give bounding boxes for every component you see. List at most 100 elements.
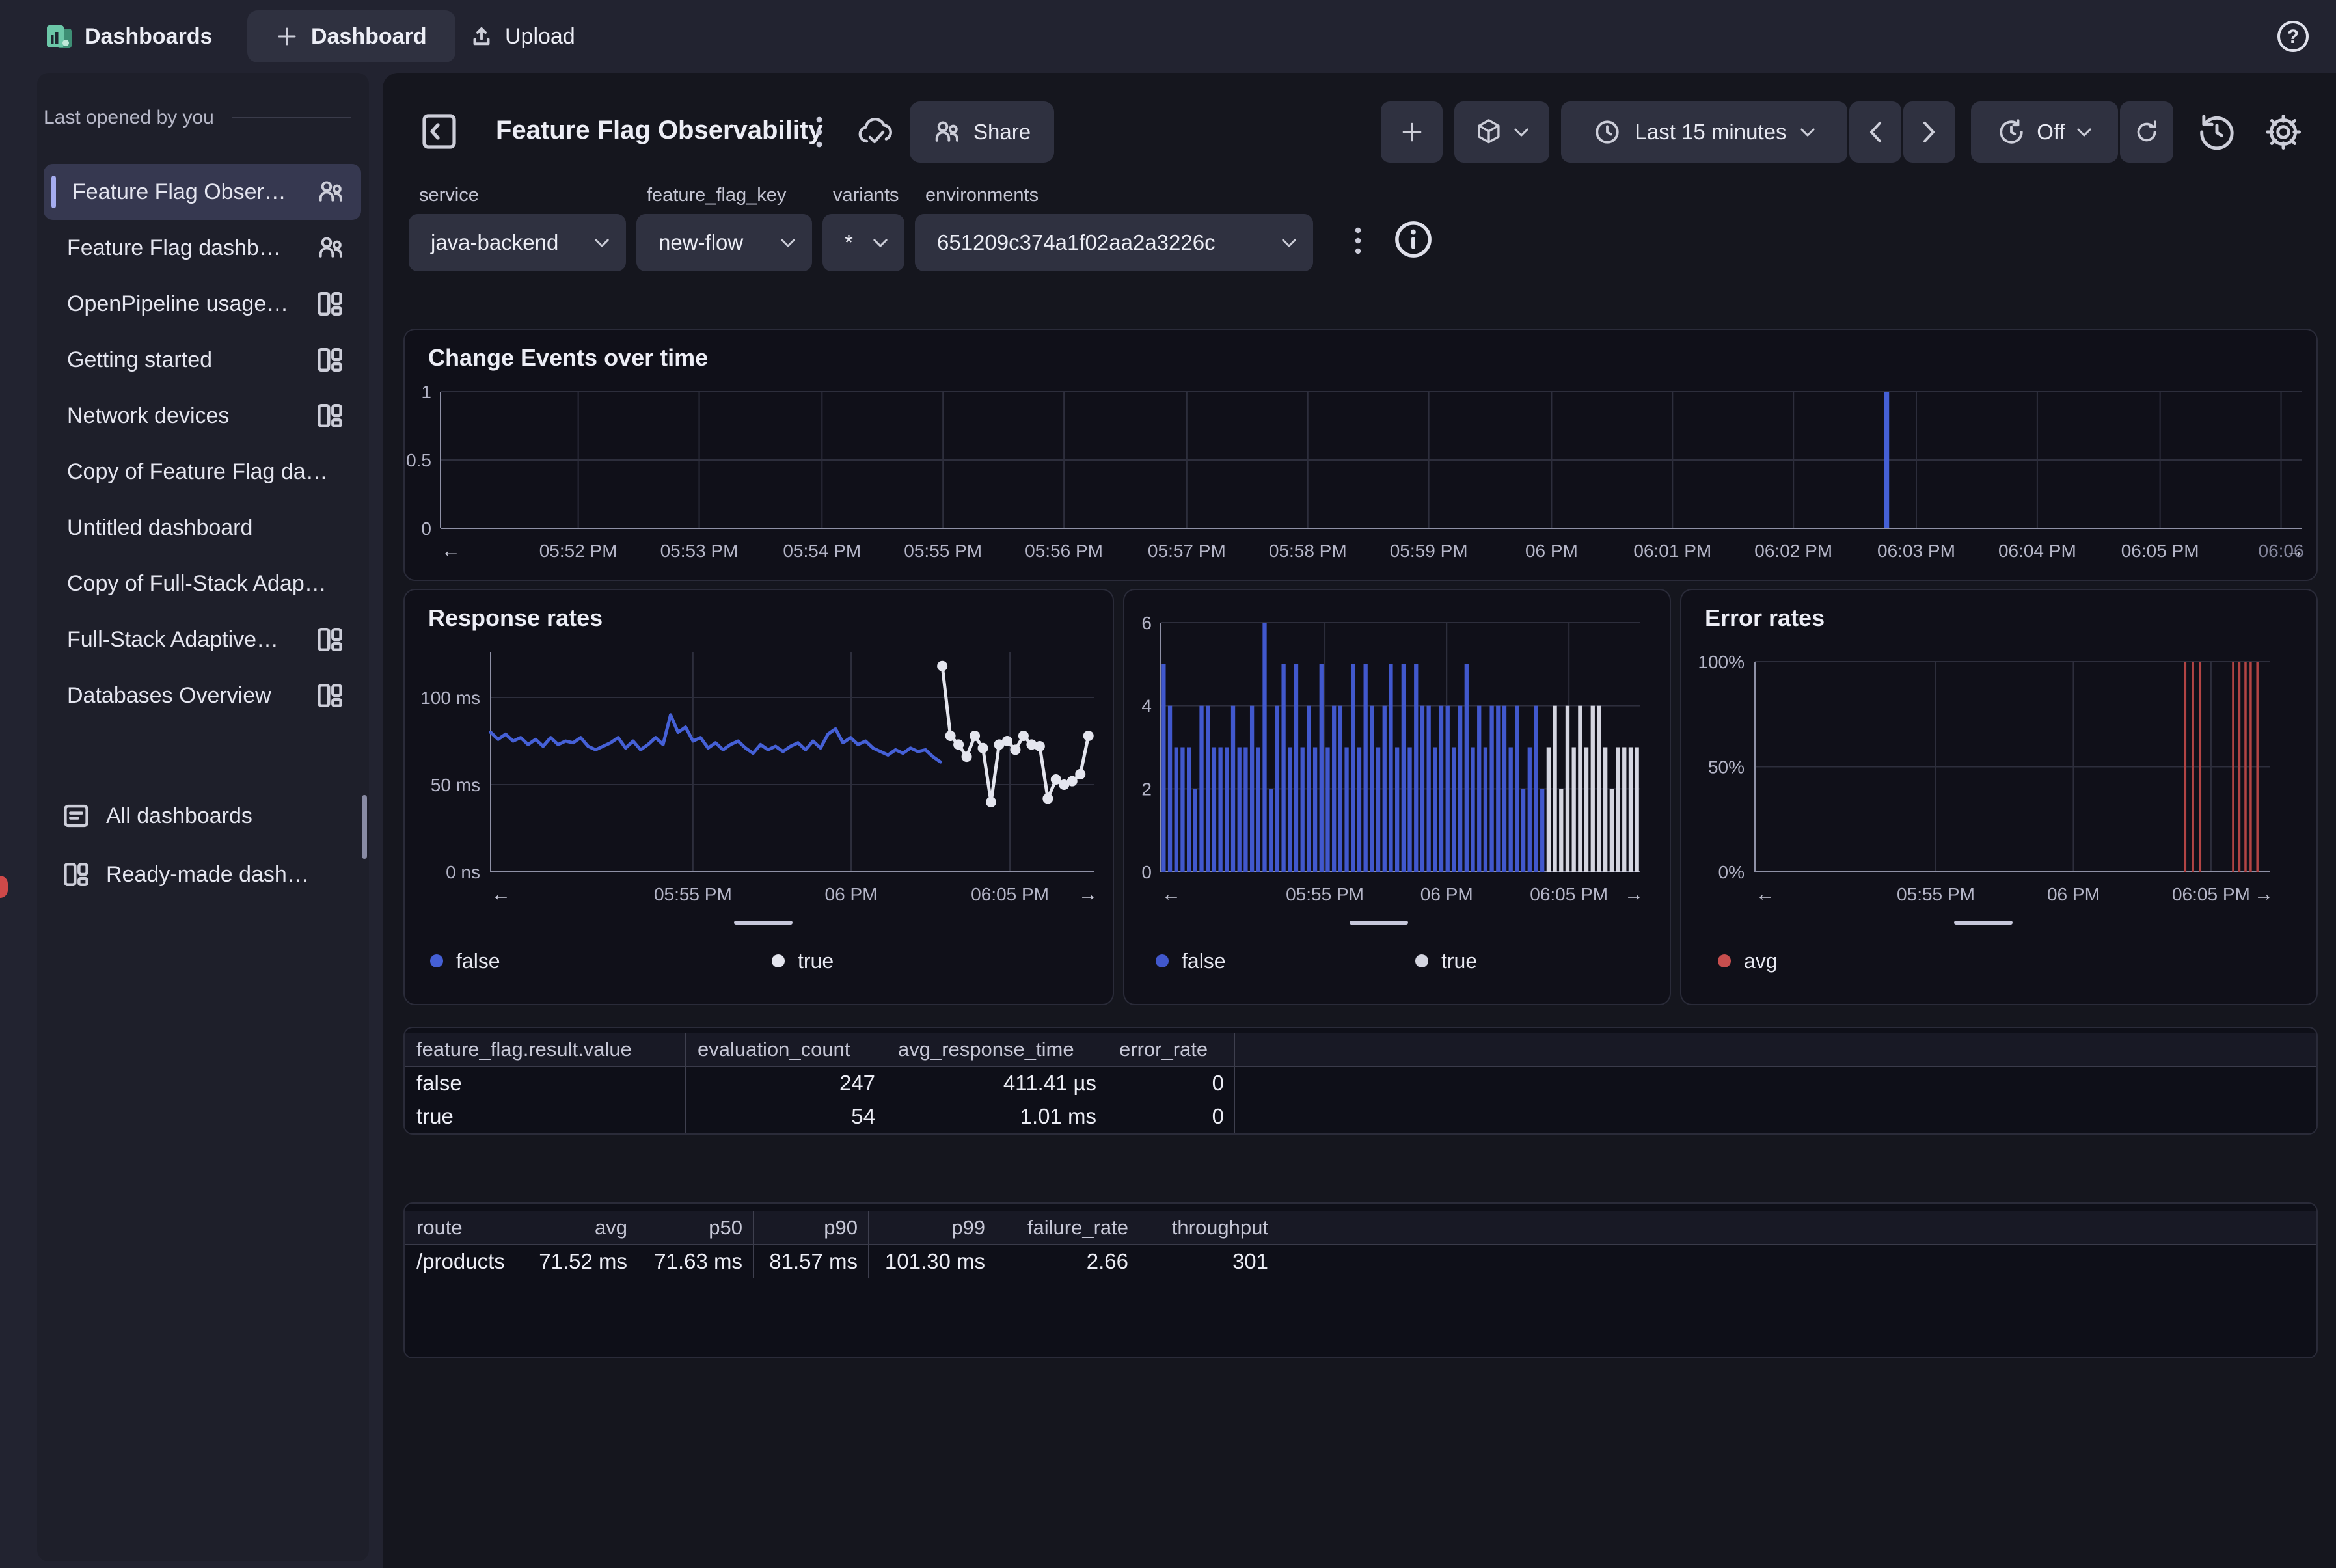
svg-text:0: 0: [421, 519, 431, 539]
svg-text:→: →: [2254, 884, 2274, 905]
table-header-cell[interactable]: route: [405, 1211, 523, 1244]
svg-text:?: ?: [2287, 26, 2299, 47]
chart-scrollbar[interactable]: [734, 921, 793, 925]
dashboard-grid-icon: [62, 861, 90, 888]
plus-icon: [276, 25, 298, 47]
timeframe-selector[interactable]: Last 15 minutes: [1561, 101, 1847, 163]
table-header-cell[interactable]: evaluation_count: [686, 1033, 886, 1066]
clock-icon: [1594, 118, 1621, 146]
dashboard-grid-icon: [316, 682, 344, 709]
chevron-down-icon: [873, 239, 888, 247]
table-cell: 54: [686, 1100, 886, 1133]
table-header-cell[interactable]: throughput: [1139, 1211, 1279, 1244]
svg-text:05:53 PM: 05:53 PM: [660, 541, 739, 561]
table-header-cell[interactable]: failure_rate: [996, 1211, 1139, 1244]
sidebar-item[interactable]: Copy of Full-Stack Adap…: [44, 556, 361, 612]
chart-scrollbar[interactable]: [1954, 921, 2013, 925]
chevron-down-icon: [2077, 128, 2091, 137]
table-header-cell[interactable]: avg_response_time: [886, 1033, 1107, 1066]
upload-button[interactable]: Upload: [455, 10, 590, 62]
filter-dropdown-variants[interactable]: *: [822, 214, 904, 271]
add-tile-button[interactable]: [1381, 101, 1443, 163]
sidebar-scrollbar[interactable]: [362, 795, 367, 859]
table-row-filler: [1235, 1067, 2316, 1100]
sidebar-item[interactable]: Feature Flag dashb…: [44, 220, 361, 276]
info-icon[interactable]: [1392, 219, 1434, 260]
sidebar-item-label: Full-Stack Adaptive…: [67, 627, 316, 653]
apps-dropdown[interactable]: [1454, 101, 1549, 163]
route-performance-table: routeavgp50p90p99failure_ratethroughput/…: [403, 1202, 2318, 1358]
table-header-cell[interactable]: p99: [869, 1211, 996, 1244]
filters-kebab-icon[interactable]: [1352, 213, 1364, 268]
svg-text:05:57 PM: 05:57 PM: [1148, 541, 1226, 561]
svg-text:06 PM: 06 PM: [825, 884, 878, 904]
sidebar-item[interactable]: Databases Overview: [44, 668, 361, 723]
response-rates-chart[interactable]: 100 ms50 ms0 ns05:55 PM06 PM06:05 PM←→: [405, 590, 1113, 1004]
dashboard-menu-kebab-icon[interactable]: [812, 112, 826, 152]
legend-item-false[interactable]: false: [430, 949, 500, 973]
chart-title: Change Events over time: [428, 344, 708, 372]
tile-evaluation-counts: 642005:55 PM06 PM06:05 PM←→ falsetrue: [1123, 589, 1671, 1005]
sidebar-item[interactable]: Network devices: [44, 388, 361, 444]
timeframe-forward-button[interactable]: [1903, 101, 1955, 163]
table-cell: 101.30 ms: [869, 1245, 996, 1278]
svg-text:0%: 0%: [1718, 862, 1745, 882]
table-header-row: routeavgp50p90p99failure_ratethroughput: [405, 1211, 2316, 1245]
error-rates-chart[interactable]: 100%50%0%05:55 PM06 PM06:05 PM←→: [1681, 590, 2316, 1004]
table-header-cell[interactable]: error_rate: [1107, 1033, 1235, 1066]
filter-group: servicejava-backend: [409, 185, 626, 271]
chart-scrollbar[interactable]: [1350, 921, 1408, 925]
svg-text:06:03 PM: 06:03 PM: [1877, 541, 1955, 561]
table-header-cell[interactable]: avg: [523, 1211, 638, 1244]
refresh-button[interactable]: [2120, 101, 2173, 163]
legend-item-true[interactable]: true: [1415, 949, 1477, 973]
svg-text:6: 6: [1141, 613, 1152, 633]
sidebar-item[interactable]: Full-Stack Adaptive…: [44, 612, 361, 668]
legend-item-false[interactable]: false: [1156, 949, 1226, 973]
tab-dashboard[interactable]: Dashboard: [247, 10, 455, 62]
cube-icon: [1475, 118, 1502, 146]
svg-text:100%: 100%: [1698, 652, 1745, 672]
page-title: Feature Flag Observability: [496, 116, 822, 145]
svg-text:50 ms: 50 ms: [431, 775, 480, 795]
svg-text:05:56 PM: 05:56 PM: [1025, 541, 1103, 561]
help-icon[interactable]: ?: [2275, 18, 2311, 55]
filter-bar: servicejava-backendfeature_flag_keynew-f…: [409, 185, 1313, 271]
filter-dropdown-environments[interactable]: 651209c374a1f02aa2a3226c: [915, 214, 1313, 271]
sidebar-item-label: OpenPipeline usage…: [67, 291, 316, 317]
svg-text:←: ←: [1161, 884, 1181, 905]
tile-error-rates: Error rates 100%50%0%05:55 PM06 PM06:05 …: [1680, 589, 2318, 1005]
sidebar-item-all-dashboards[interactable]: All dashboards: [44, 787, 361, 845]
share-button[interactable]: Share: [910, 101, 1054, 163]
timeframe-back-button[interactable]: [1849, 101, 1901, 163]
svg-text:0.5: 0.5: [406, 450, 431, 470]
left-edge-red-indicator[interactable]: [0, 876, 8, 898]
sidebar-item[interactable]: Untitled dashboard: [44, 500, 361, 556]
table-header-filler: [1279, 1211, 2316, 1244]
table-header-cell[interactable]: p50: [638, 1211, 754, 1244]
sidebar-item[interactable]: OpenPipeline usage…: [44, 276, 361, 332]
table-header-cell[interactable]: p90: [754, 1211, 869, 1244]
people-icon: [317, 235, 344, 261]
sidebar-item[interactable]: Getting started: [44, 332, 361, 388]
app-name[interactable]: Dashboards: [85, 24, 213, 49]
table-header-cell[interactable]: feature_flag.result.value: [405, 1033, 686, 1066]
sidebar: Last opened by you Feature Flag Obser…Fe…: [37, 73, 369, 1561]
sidebar-item-ready-made-dash-[interactable]: Ready-made dash…: [44, 846, 361, 903]
selected-indicator: [51, 176, 56, 208]
history-icon[interactable]: [2197, 112, 2237, 152]
svg-text:0 ns: 0 ns: [446, 862, 480, 882]
filter-dropdown-service[interactable]: java-backend: [409, 214, 626, 271]
collapse-sidebar-icon[interactable]: [420, 111, 458, 152]
settings-gear-icon[interactable]: [2263, 112, 2303, 152]
auto-refresh-selector[interactable]: Off: [1971, 101, 2118, 163]
sidebar-item-label: Feature Flag Obser…: [72, 180, 317, 205]
legend-item-avg[interactable]: avg: [1718, 949, 1778, 973]
sidebar-item[interactable]: Feature Flag Obser…: [44, 164, 361, 220]
legend-item-true[interactable]: true: [772, 949, 834, 973]
svg-text:0: 0: [1141, 862, 1152, 882]
evaluation-counts-chart[interactable]: 642005:55 PM06 PM06:05 PM←→: [1124, 590, 1670, 1004]
table-row: false247411.41 µs0: [405, 1067, 2316, 1100]
filter-dropdown-feature_flag_key[interactable]: new-flow: [636, 214, 812, 271]
sidebar-item[interactable]: Copy of Feature Flag da…: [44, 444, 361, 500]
